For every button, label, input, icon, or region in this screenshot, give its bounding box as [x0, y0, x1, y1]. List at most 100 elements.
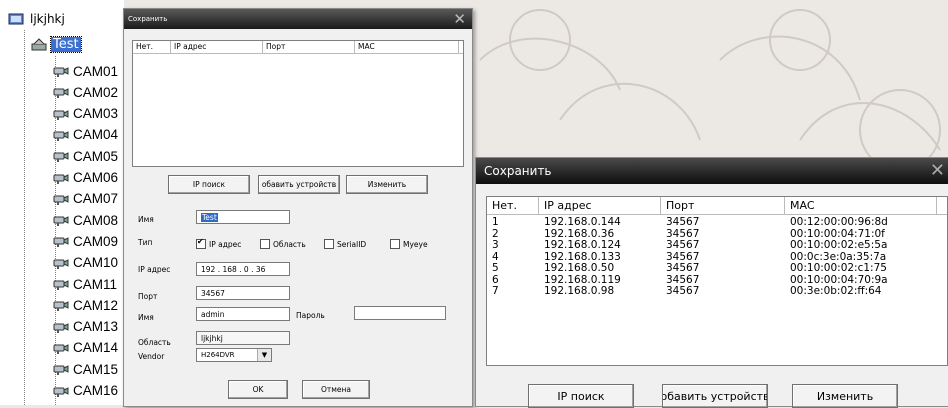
port-field[interactable]: 34567: [196, 286, 290, 300]
name-value: Test: [201, 213, 218, 222]
column-header-ip[interactable]: IP адрес: [539, 197, 661, 214]
close-icon[interactable]: ✕: [453, 9, 466, 29]
cell-no: 7: [492, 285, 499, 297]
tree-item-camera[interactable]: CAM04: [52, 124, 118, 146]
cell-ip: 192.168.0.144: [544, 216, 621, 228]
tree-item-camera[interactable]: CAM05: [52, 145, 118, 167]
tree-item-camera[interactable]: CAM03: [52, 103, 118, 125]
tree-item-camera[interactable]: CAM07: [52, 188, 118, 210]
tree-item-camera[interactable]: CAM15: [52, 358, 118, 380]
camera-label: CAM11: [73, 276, 118, 292]
camera-label: CAM08: [73, 212, 119, 228]
dialog-title-bar: Сохранить ✕: [124, 9, 472, 29]
name-field[interactable]: Test: [196, 210, 290, 224]
column-header-mac[interactable]: MAC: [785, 197, 937, 214]
tree-item-camera[interactable]: CAM16: [52, 380, 118, 402]
cell-port: 34567: [666, 285, 700, 297]
ok-button[interactable]: OK: [228, 380, 288, 399]
tree-item-camera[interactable]: CAM11: [52, 273, 117, 295]
device-list[interactable]: Нет. IP адрес Порт MAC: [132, 40, 464, 167]
camera-label: CAM14: [73, 340, 119, 356]
camera-icon: [53, 67, 69, 77]
type-myeye-checkbox[interactable]: Myeye: [390, 239, 428, 249]
camera-label: CAM15: [73, 361, 119, 377]
tree-item-camera[interactable]: CAM01: [52, 60, 118, 82]
camera-icon: [53, 365, 69, 376]
tree-item-camera[interactable]: CAM02: [52, 81, 118, 103]
dialog-title: Сохранить: [484, 164, 552, 178]
ip-search-button[interactable]: IP поиск: [168, 175, 250, 194]
tree-group-label: Test: [50, 36, 82, 53]
ip-address-field[interactable]: 192 . 168 . 0 . 36: [196, 262, 290, 276]
tree-item-camera[interactable]: CAM10: [52, 252, 118, 274]
vendor-value: H264DVR: [201, 351, 235, 359]
camera-label: CAM10: [73, 255, 119, 271]
column-header-no[interactable]: Нет.: [487, 197, 539, 214]
camera-icon: [53, 258, 69, 269]
checkbox-icon: [196, 237, 206, 249]
checkbox-icon: [324, 239, 334, 249]
search-results-list[interactable]: Нет. IP адрес Порт MAC 1 192.168.0.144 345…: [486, 196, 948, 366]
cell-no: 5: [492, 262, 499, 274]
tree-item-camera[interactable]: CAM08: [52, 209, 118, 231]
type-ip-checkbox[interactable]: IP адрес: [196, 237, 241, 249]
cell-no: 1: [492, 216, 499, 228]
checkbox-icon: [260, 239, 270, 249]
column-header-mac[interactable]: MAC: [355, 41, 459, 53]
camera-label: CAM03: [73, 106, 119, 122]
checkbox-label: Область: [273, 239, 306, 249]
tree-connector: [24, 30, 26, 405]
checkbox-label: SerialID: [337, 239, 367, 249]
camera-label: CAM01: [73, 63, 119, 79]
close-icon[interactable]: ✕: [930, 160, 945, 181]
column-header-ip[interactable]: IP адрес: [171, 41, 263, 53]
password-label: Пароль: [296, 311, 325, 320]
tree-item-camera[interactable]: CAM13: [52, 316, 118, 338]
tree-root[interactable]: ljkjhkj: [8, 12, 65, 26]
tree-item-camera[interactable]: CAM09: [52, 230, 118, 252]
camera-label: CAM05: [73, 148, 119, 164]
password-field[interactable]: [354, 306, 446, 320]
list-header: Нет. IP адрес Порт MAC: [133, 41, 463, 54]
tree-item-camera[interactable]: CAM14: [52, 337, 118, 359]
change-button[interactable]: Изменить: [346, 175, 428, 194]
tree-item-camera[interactable]: CAM06: [52, 167, 118, 189]
checkbox-icon: [390, 239, 400, 249]
dialog-title-bar: Сохранить ✕: [476, 158, 948, 184]
change-button[interactable]: Изменить: [792, 384, 898, 408]
area-icon: [8, 13, 24, 25]
column-header-port[interactable]: Порт: [661, 197, 785, 214]
area-field[interactable]: ljkjhkj: [196, 331, 290, 345]
add-device-button[interactable]: обавить устройств: [258, 175, 340, 194]
username-field[interactable]: admin: [196, 307, 290, 321]
vendor-select[interactable]: H264DVR ▼: [196, 348, 272, 362]
tree-group-test[interactable]: Test: [30, 36, 82, 53]
camera-label: CAM09: [73, 233, 119, 249]
tree-item-camera[interactable]: CAM12: [52, 294, 118, 316]
cell-ip: 192.168.0.50: [544, 262, 615, 274]
camera-icon: [53, 322, 69, 333]
camera-icon: [53, 216, 69, 227]
table-row[interactable]: 3 192.168.0.124 34567 00:10:00:02:e5:5a: [487, 239, 947, 252]
table-row[interactable]: 5 192.168.0.50 34567 00:10:00:02:c1:75: [487, 262, 947, 275]
area-label: Область: [138, 338, 171, 347]
device-icon: [31, 37, 47, 50]
camera-icon: [53, 194, 69, 205]
device-search-dialog: Сохранить ✕ Нет. IP адрес Порт MAC 1 192.…: [475, 157, 948, 408]
table-row[interactable]: 1 192.168.0.144 34567 00:12:00:00:96:8d: [487, 216, 947, 229]
cell-mac: 00:10:00:02:c1:75: [790, 262, 887, 274]
type-serialid-checkbox[interactable]: SerialID: [324, 239, 366, 249]
column-header-no[interactable]: Нет.: [133, 41, 171, 53]
add-device-button[interactable]: обавить устройств: [662, 384, 768, 408]
column-header-port[interactable]: Порт: [263, 41, 355, 53]
camera-icon: [53, 301, 69, 312]
cell-no: 3: [492, 239, 499, 251]
ip-search-button[interactable]: IP поиск: [528, 384, 634, 408]
name-label: Имя: [138, 215, 154, 224]
type-area-checkbox[interactable]: Область: [260, 239, 306, 249]
dialog-title: Сохранить: [128, 15, 168, 23]
table-row[interactable]: 7 192.168.0.98 34567 00:3e:0b:02:ff:64: [487, 285, 947, 298]
camera-label: CAM16: [73, 383, 119, 398]
cancel-button[interactable]: Отмена: [302, 380, 370, 399]
chevron-down-icon[interactable]: ▼: [257, 349, 271, 361]
